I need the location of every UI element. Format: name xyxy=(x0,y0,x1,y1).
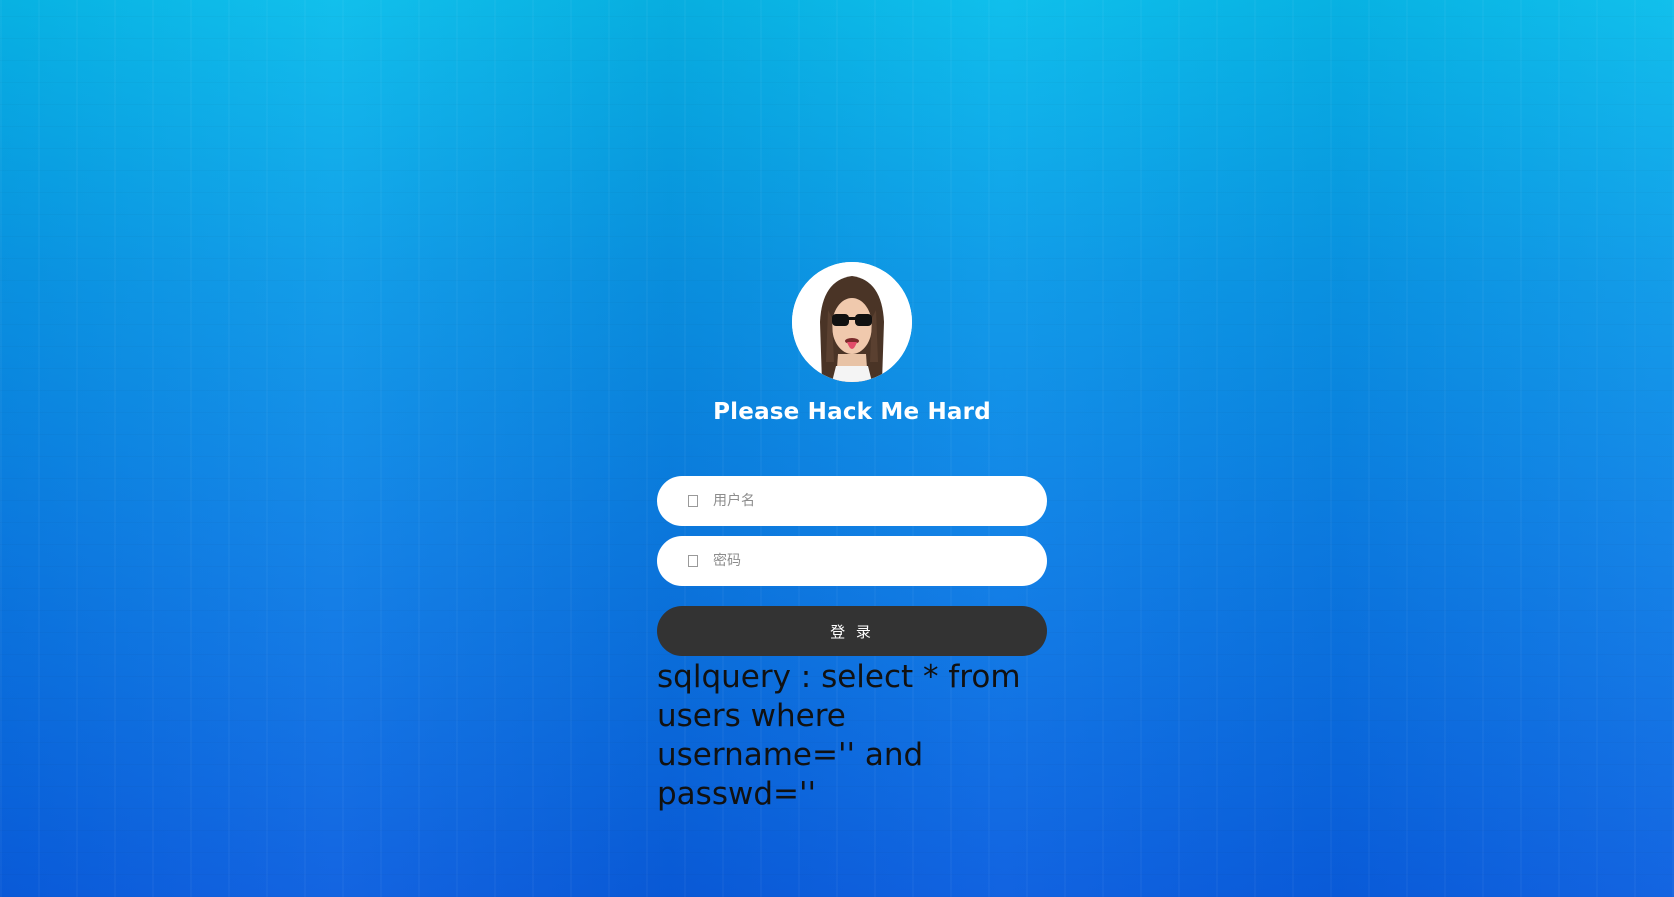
user-icon xyxy=(688,495,698,507)
sql-query-output: sqlquery : select * from users where use… xyxy=(657,659,1021,812)
password-field[interactable] xyxy=(657,536,1047,586)
avatar-image xyxy=(792,262,912,382)
password-input[interactable] xyxy=(711,552,1015,570)
username-input[interactable] xyxy=(711,492,1015,510)
username-field[interactable] xyxy=(657,476,1047,526)
lock-icon xyxy=(688,555,698,567)
avatar xyxy=(792,262,912,382)
page-title: Please Hack Me Hard xyxy=(713,399,991,425)
login-button[interactable]: 登 录 xyxy=(657,606,1047,656)
